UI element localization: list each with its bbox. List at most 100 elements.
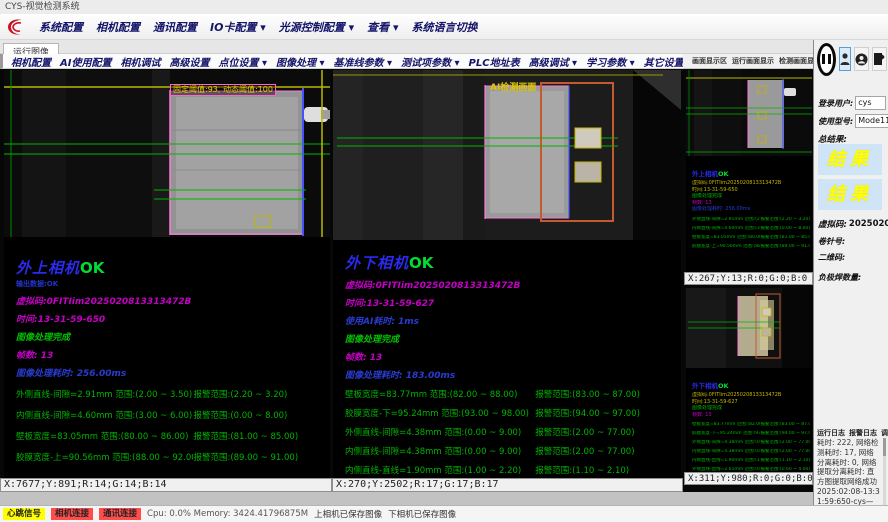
login-user-field[interactable]: cys bbox=[855, 96, 886, 110]
middle-cursor-coordinates: X:270;Y:2502;R:17;G:17;B:17 bbox=[332, 478, 683, 492]
admin-button[interactable] bbox=[854, 47, 869, 71]
log-tab-alarm[interactable]: 报警日志 bbox=[849, 428, 877, 438]
pause-icon bbox=[822, 54, 825, 64]
measure-row: 壁板宽度=83.77mm 范围:(82.00 ~ 88.00) 报警范围:(83… bbox=[345, 388, 673, 400]
log-scrollbar[interactable] bbox=[883, 438, 886, 506]
measure-row: 胶膜宽度-下=95.24mm 范围:(93.00 ~ 98.00) 报警范围:(… bbox=[345, 407, 673, 419]
mini-alarm-range: 报警范围:(2.20 ~ 3.20) bbox=[760, 217, 810, 222]
menu-item-comm-config[interactable]: 通讯配置 bbox=[153, 19, 197, 35]
left-camera-title: 外上相机 bbox=[16, 259, 80, 277]
toolbar-advanced-debug[interactable]: 高级调试 ▾ bbox=[529, 54, 578, 69]
left-done: 图像处理完成 bbox=[16, 330, 322, 343]
heartbeat-status-chip: 心跳信号 bbox=[3, 508, 45, 520]
menu-item-camera-config[interactable]: 相机配置 bbox=[96, 19, 140, 35]
middle-camera-ok-status: OK bbox=[409, 254, 433, 272]
measure-value: 内侧直线-间隙=4.38mm 范围:(0.00 ~ 9.00) bbox=[345, 445, 535, 457]
mini-preview-2-image[interactable] bbox=[686, 288, 812, 368]
mini-preview-1-result-panel: 外上相机OK 虚拟码:0FITIim2025020813313472B 时间:1… bbox=[686, 156, 812, 272]
alarm-range: 报警范围:(2.20 ~ 3.20) bbox=[193, 388, 322, 400]
toolbar-camera-config[interactable]: 相机配置 bbox=[11, 54, 51, 69]
toolbar-baseline-params[interactable]: 基准线参数 ▾ bbox=[334, 54, 393, 69]
result-badge-1: 结果 bbox=[818, 144, 882, 175]
mini2-title: 外下相机 bbox=[692, 382, 718, 390]
menu-item-light-config[interactable]: 光源控制配置 ▾ bbox=[279, 19, 354, 35]
mini1-elapsed: 图像处理耗时: 256.00ms bbox=[692, 206, 810, 213]
toolbar-learning-params[interactable]: 学习参数 ▾ bbox=[586, 54, 635, 69]
bottom-gray-strip bbox=[0, 492, 813, 505]
mini-measure-value: 壁板宽度=83.05mm 范围:(80.00 ~ 86.00) bbox=[692, 235, 760, 240]
toolbar-test-params[interactable]: 测试项参数 ▾ bbox=[401, 54, 460, 69]
titlebar: CYS-视觉检测系统 bbox=[0, 0, 888, 14]
menu-item-io-config[interactable]: IO卡配置 ▾ bbox=[210, 19, 266, 35]
mini-measure-value: 内侧直线-间隙=4.60mm 范围:(3.00 ~ 6.00) bbox=[692, 226, 760, 231]
mini2-ok-status: OK bbox=[718, 382, 729, 390]
left-camera-image[interactable] bbox=[4, 70, 330, 237]
top-camera-saved-status: 上相机已保存图像 bbox=[314, 508, 382, 520]
mini-measure-row: 外侧直线-间隙=4.38mm 范围:(0.00 ~ 9.00) 报警范围:(2.… bbox=[692, 440, 810, 445]
alarm-range: 报警范围:(81.00 ~ 85.00) bbox=[193, 430, 322, 442]
toolbar-point-settings[interactable]: 点位设置 ▾ bbox=[218, 54, 267, 69]
toolbar-ai-config[interactable]: AI使用配置 bbox=[60, 54, 111, 69]
measure-value: 外侧直线-间隙=4.38mm 范围:(0.00 ~ 9.00) bbox=[345, 426, 535, 438]
middle-elapsed: 图像处理耗时: 183.00ms bbox=[345, 368, 673, 381]
mini-preview-1-image[interactable] bbox=[686, 70, 812, 156]
measure-value: 胶膜宽度-上=90.56mm 范围:(88.00 ~ 92.00) bbox=[16, 451, 193, 463]
mini2-cursor-coordinates: X:311;Y:980;R:0;G:0;B:0 bbox=[684, 472, 813, 485]
mini-measure-row: 胶膜宽度-下=95.24mm 范围:(93.00 ~ 98.00) 报警范围:(… bbox=[692, 431, 810, 436]
admin-badge-icon bbox=[855, 53, 868, 66]
window-title: CYS-视觉检测系统 bbox=[5, 2, 80, 12]
left-elapsed: 图像处理耗时: 256.00ms bbox=[16, 366, 322, 379]
user-icon bbox=[840, 52, 850, 66]
middle-ai-overlay-label: AI检测画面 bbox=[490, 80, 536, 93]
middle-camera-image[interactable] bbox=[333, 70, 681, 240]
left-barcode: 虚拟码:0FITIim2025020813313472B bbox=[16, 294, 322, 307]
bottom-camera-saved-status: 下相机已保存图像 bbox=[388, 508, 456, 520]
mini-measure-value: 内侧直线-间隙=4.38mm 范围:(0.00 ~ 9.00) bbox=[692, 449, 760, 454]
measure-value: 壁板宽度=83.05mm 范围:(80.00 ~ 86.00) bbox=[16, 430, 193, 442]
measure-row: 胶膜宽度-上=90.56mm 范围:(88.00 ~ 92.00) 报警范围:(… bbox=[16, 451, 322, 463]
toolbar-plc-address[interactable]: PLC地址表 bbox=[469, 54, 520, 69]
qr-row: 二维码: bbox=[818, 252, 886, 263]
measure-row: 外侧直线-间隙=2.91mm 范围:(2.00 ~ 3.50) 报警范围:(2.… bbox=[16, 388, 322, 400]
app-window: CYS-视觉检测系统 系统配置 相机配置 通讯配置 IO卡配置 ▾ 光源控制配置… bbox=[0, 0, 888, 522]
left-camera-result-panel: 外上相机OK 输出数据:OK 虚拟码:0FITIim20250208133134… bbox=[4, 237, 330, 478]
model-label: 使用型号: bbox=[818, 116, 853, 127]
user-login-button[interactable] bbox=[839, 47, 851, 71]
comm-link-status-chip: 通讯连接 bbox=[99, 508, 141, 520]
mini-alarm-range: 报警范围:(94.00 ~ 97.00) bbox=[760, 431, 810, 436]
log-tab-debug[interactable]: 调试日志 bbox=[881, 428, 888, 438]
measure-value: 胶膜宽度-下=95.24mm 范围:(93.00 ~ 98.00) bbox=[345, 407, 535, 419]
pause-icon bbox=[828, 54, 831, 64]
pause-button[interactable] bbox=[817, 43, 836, 76]
log-tab-run[interactable]: 运行日志 bbox=[817, 428, 845, 438]
mini-alarm-range: 报警范围:(2.00 ~ 77.00) bbox=[760, 449, 810, 454]
left-cursor-coordinates: X:7677;Y:891;R:14;G:14;B:14 bbox=[0, 478, 332, 492]
preview-header-display-area[interactable]: 画面显示区 bbox=[692, 56, 727, 66]
menu-item-language-switch[interactable]: 系统语言切换 bbox=[412, 19, 478, 35]
menu-item-view[interactable]: 查看 ▾ bbox=[367, 19, 398, 35]
middle-frames: 帧数: 13 bbox=[345, 350, 673, 363]
mini-measure-row: 胶膜宽度-上=90.56mm 范围:(88.00 ~ 92.00) 报警范围:(… bbox=[692, 244, 810, 249]
mini2-frames: 帧数: 13 bbox=[692, 412, 810, 419]
mini-measure-row: 内侧直线-间隙=4.38mm 范围:(0.00 ~ 9.00) 报警范围:(2.… bbox=[692, 449, 810, 454]
toolbar-camera-debug[interactable]: 相机调试 bbox=[120, 54, 160, 69]
left-time: 时间:13-31-59-650 bbox=[16, 312, 322, 325]
mini-measure-value: 外侧直线-间隙=2.91mm 范围:(2.00 ~ 3.50) bbox=[692, 217, 760, 222]
measure-value: 外侧直线-间隙=2.91mm 范围:(2.00 ~ 3.50) bbox=[16, 388, 193, 400]
preview-header-run-display[interactable]: 运行画面显示 bbox=[732, 56, 774, 66]
middle-ai-elapsed: 使用AI耗时: 1ms bbox=[345, 314, 673, 327]
toolbar-advanced-settings[interactable]: 高级设置 bbox=[169, 54, 209, 69]
needle-label: 卷针号: bbox=[818, 236, 845, 247]
app-logo-icon bbox=[6, 17, 26, 37]
alarm-range: 报警范围:(0.00 ~ 8.00) bbox=[193, 409, 322, 421]
measure-row: 内侧直线-间隙=4.60mm 范围:(3.00 ~ 6.00) 报警范围:(0.… bbox=[16, 409, 322, 421]
log-text: 耗时: 222, 网络检测耗时: 17, 网络分离耗时: 0, 网络提取分离耗时… bbox=[817, 438, 880, 506]
model-select[interactable]: Mode11 bbox=[855, 114, 888, 128]
menu-item-system-config[interactable]: 系统配置 bbox=[39, 19, 83, 35]
mini-measure-row: 内侧直线-间隙=4.60mm 范围:(3.00 ~ 6.00) 报警范围:(0.… bbox=[692, 226, 810, 231]
mini-measure-row: 外侧直线-间隙=2.91mm 范围:(2.00 ~ 3.50) 报警范围:(2.… bbox=[692, 217, 810, 222]
virtual-code-label: 虚拟码: bbox=[818, 218, 847, 230]
virtual-code-value: 20250208 bbox=[849, 219, 888, 229]
toolbar-image-processing[interactable]: 图像处理 ▾ bbox=[276, 54, 325, 69]
exit-button[interactable] bbox=[872, 47, 887, 71]
